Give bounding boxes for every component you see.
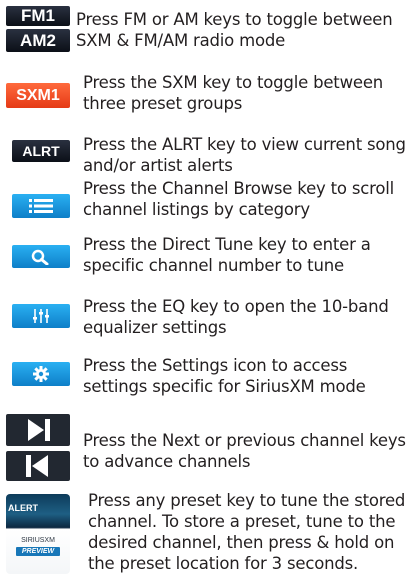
fm1-key: FM1: [6, 6, 70, 26]
channel-browse-description: Press the Channel Browse key to scroll c…: [83, 179, 394, 219]
alrt-key: ALRT: [12, 140, 70, 162]
next-track-icon: [28, 419, 50, 441]
preset-description: Press any preset key to tune the stored …: [88, 491, 406, 573]
fm-am-description: Press FM or AM keys to toggle between SX…: [76, 10, 393, 50]
preset-alert-label: ALERT: [8, 503, 38, 513]
gear-icon: [33, 366, 49, 382]
search-icon: [31, 249, 49, 265]
am2-key: AM2: [6, 29, 70, 52]
next-previous-description: Press the Next or previous channel keys …: [83, 431, 406, 471]
list-icon: [29, 199, 53, 213]
settings-description: Press the Settings icon to access settin…: [83, 356, 366, 396]
preset-key-image: ALERT SIRIUSXM PREVIEW: [6, 494, 70, 574]
previous-channel-key: [6, 451, 70, 481]
settings-key: [12, 362, 70, 386]
eq-description: Press the EQ key to open the 10-band equ…: [83, 297, 389, 337]
previous-track-icon: [26, 455, 48, 477]
next-channel-key: [6, 414, 70, 446]
direct-tune-description: Press the Direct Tune key to enter a spe…: [83, 235, 371, 275]
preset-preview-label: PREVIEW: [16, 547, 60, 556]
equalizer-icon: [33, 309, 49, 323]
sxm1-key: SXM1: [6, 83, 70, 108]
sxm-description: Press the SXM key to toggle between thre…: [83, 73, 384, 113]
direct-tune-key: [12, 245, 70, 268]
channel-browse-key: [12, 194, 70, 218]
preset-siriusxm-label: SIRIUSXM: [21, 537, 55, 544]
eq-key: [12, 304, 70, 328]
alrt-description: Press the ALRT key to view current song …: [83, 135, 406, 175]
